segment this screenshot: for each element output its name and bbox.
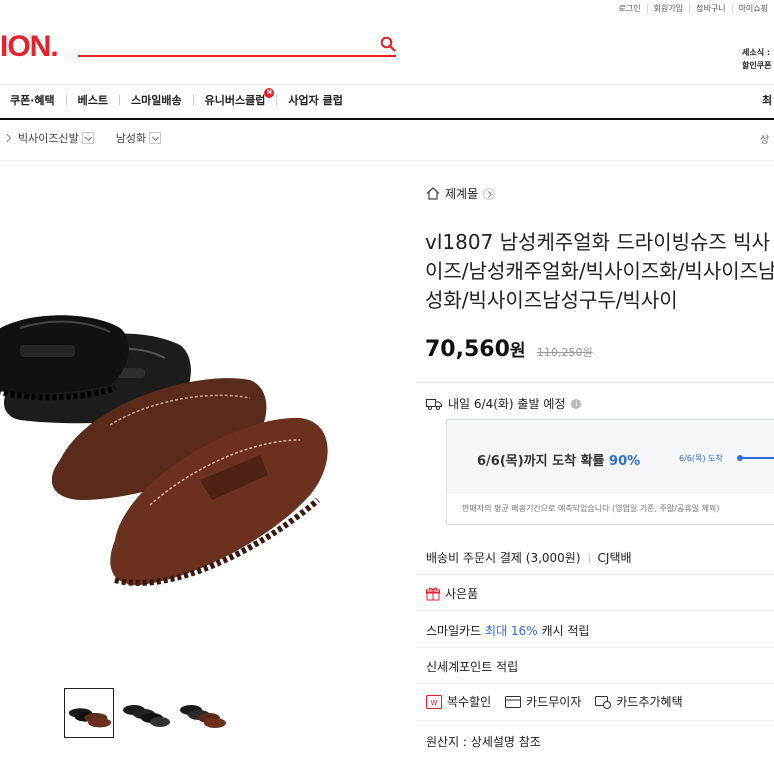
probability-value: 90% bbox=[609, 454, 641, 469]
breadcrumb-chevron-icon bbox=[2, 133, 12, 143]
product-main-image[interactable] bbox=[0, 250, 340, 630]
chevron-down-icon[interactable] bbox=[81, 132, 94, 144]
nav-item-universe-club[interactable]: 유니버스클럽 N bbox=[194, 88, 277, 108]
store-name: 제계몰 bbox=[445, 187, 479, 201]
shipping-fee: 배송비 주문시 결제 (3,000원) bbox=[426, 551, 581, 565]
info-icon[interactable]: i bbox=[571, 398, 582, 409]
gift-row[interactable]: 사은품 bbox=[426, 585, 478, 602]
nav-item-coupon[interactable]: 쿠폰·혜택 bbox=[10, 92, 66, 108]
utility-links: 로그인 회원가입 장바구니 마이쇼핑 bbox=[613, 4, 774, 14]
product-thumbnail-1[interactable] bbox=[64, 688, 114, 738]
chevron-down-icon[interactable] bbox=[149, 132, 162, 144]
search-icon[interactable] bbox=[380, 36, 396, 52]
chevron-right-icon bbox=[483, 187, 496, 200]
divider bbox=[416, 683, 774, 684]
coupon-label[interactable]: 할인쿠폰 bbox=[742, 59, 771, 72]
product-thumbnail-2[interactable] bbox=[120, 688, 170, 738]
store-link[interactable]: 제계몰 bbox=[426, 185, 496, 202]
benefit-list: W 복수할인 카드무이자 카드추가혜택 bbox=[426, 693, 697, 710]
original-price: 110,250원 bbox=[537, 346, 593, 359]
home-icon bbox=[426, 187, 440, 200]
origin-row: 원산지 : 상세설명 참조 bbox=[426, 733, 541, 750]
news-label[interactable]: 세소식 : bbox=[742, 46, 771, 59]
divider bbox=[416, 720, 774, 721]
breadcrumb-divider bbox=[0, 160, 774, 161]
benefit-multi-discount[interactable]: W 복수할인 bbox=[426, 693, 491, 710]
product-title: vl1807 남성케주얼화 드라이빙슈즈 빅사이즈/남성캐주얼화/빅사이즈화/빅… bbox=[425, 230, 774, 312]
delivery-note: 판매자의 평균 배송기간으로 예측되었습니다 (영업일 기준, 주말/공휴일 제… bbox=[462, 504, 720, 513]
benefit-label: 카드무이자 bbox=[526, 695, 582, 709]
card-benefit-icon bbox=[595, 695, 612, 709]
new-badge: N bbox=[264, 88, 275, 98]
dispatch-info: 내일 6/4(화) 출발 예정 i bbox=[426, 395, 582, 412]
separator bbox=[588, 552, 590, 563]
main-nav: 쿠폰·혜택 베스트 스마일배송 유니버스클럽 N 사업자 클럽 bbox=[10, 88, 354, 108]
sale-price-unit: 원 bbox=[509, 341, 526, 361]
nav-item-smile-delivery[interactable]: 스마일배송 bbox=[120, 92, 193, 108]
shipping-fee-row: 배송비 주문시 결제 (3,000원) CJ택배 bbox=[426, 549, 632, 566]
login-link[interactable]: 로그인 bbox=[613, 4, 647, 14]
divider bbox=[416, 647, 774, 648]
breadcrumb-right-label[interactable]: 상 bbox=[760, 131, 769, 146]
breadcrumb: 빅사이즈신발 남성화 bbox=[0, 130, 162, 146]
benefit-label: 복수할인 bbox=[447, 695, 492, 709]
gift-label: 사은품 bbox=[445, 587, 479, 601]
dispatch-text: 내일 6/4(화) 출발 예정 bbox=[448, 397, 566, 411]
mypage-link[interactable]: 마이쇼핑 bbox=[731, 4, 774, 14]
arrival-chart-bar bbox=[740, 457, 774, 459]
card-icon bbox=[505, 695, 522, 708]
signup-link[interactable]: 회원가입 bbox=[646, 4, 689, 14]
card-highlight: 최대 16% bbox=[485, 624, 538, 638]
smile-card-row: 스마일카드 최대 16% 캐시 적립 bbox=[426, 622, 589, 639]
benefit-card-extra[interactable]: 카드추가혜택 bbox=[595, 693, 683, 710]
header-right-info: 세소식 : 할인쿠폰 bbox=[742, 46, 771, 72]
divider bbox=[416, 574, 774, 575]
discount-icon: W bbox=[426, 694, 442, 709]
cart-link[interactable]: 장바구니 bbox=[689, 4, 731, 14]
nav-divider-bottom bbox=[0, 118, 774, 120]
origin-label: 원산지 : 상세설명 참조 bbox=[426, 735, 541, 749]
sale-price-number: 70,560 bbox=[425, 337, 510, 362]
nav-item-business-club[interactable]: 사업자 클럽 bbox=[277, 92, 353, 108]
card-suffix: 캐시 적립 bbox=[541, 624, 590, 638]
points-label: 신세계포인트 적립 bbox=[426, 660, 519, 674]
arrival-date-label: 6/6(목) 도착 bbox=[679, 454, 723, 463]
points-row: 신세계포인트 적립 bbox=[426, 658, 518, 675]
gift-icon bbox=[426, 587, 440, 600]
truck-icon bbox=[426, 398, 442, 410]
black-loafer-front bbox=[0, 315, 129, 401]
nav-divider-top bbox=[0, 84, 774, 85]
nav-item-right[interactable]: 최 bbox=[762, 92, 772, 108]
search-input[interactable] bbox=[78, 55, 396, 57]
divider bbox=[416, 610, 774, 611]
card-prefix: 스마일카드 bbox=[426, 624, 482, 638]
nav-item-universe-club-label: 유니버스클럽 bbox=[204, 94, 266, 107]
benefit-interest-free[interactable]: 카드무이자 bbox=[505, 693, 581, 710]
probability-label: 6/6(목)까지 도착 확률 bbox=[477, 454, 605, 469]
courier: CJ택배 bbox=[597, 551, 632, 565]
delivery-probability: 6/6(목)까지 도착 확률 90% bbox=[477, 450, 640, 469]
site-logo[interactable]: ION. bbox=[0, 30, 59, 64]
breadcrumb-item-bigsize-shoes[interactable]: 빅사이즈신발 bbox=[18, 130, 79, 146]
sale-price: 70,560원 bbox=[425, 336, 526, 362]
product-thumbnail-3[interactable] bbox=[177, 688, 227, 738]
breadcrumb-item-mens-shoes[interactable]: 남성화 bbox=[116, 130, 146, 146]
nav-item-best[interactable]: 베스트 bbox=[67, 92, 119, 108]
svg-text:W: W bbox=[431, 699, 438, 707]
benefit-label: 카드추가혜택 bbox=[616, 695, 683, 709]
divider bbox=[416, 382, 774, 383]
